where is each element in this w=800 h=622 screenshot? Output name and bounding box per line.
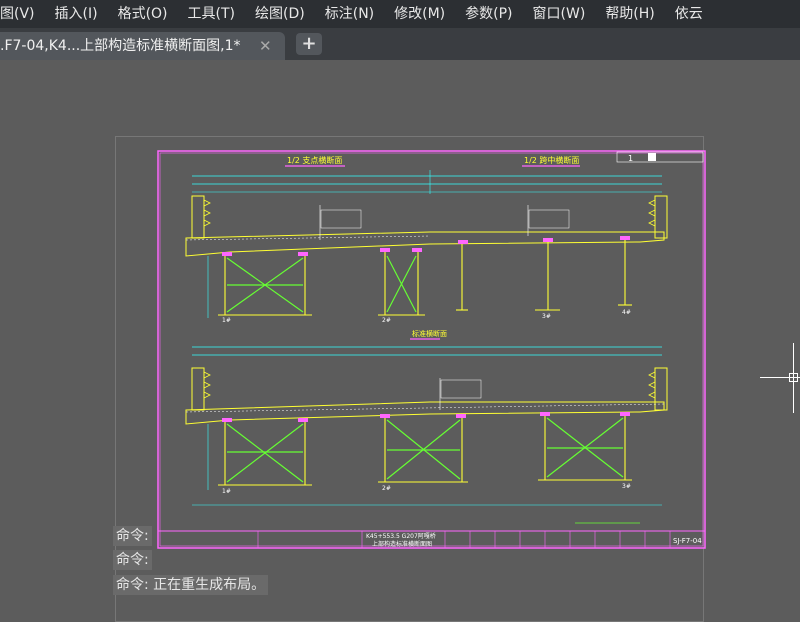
crosshair-pickbox-icon — [789, 373, 798, 382]
drawing-number: SJ-F7-04 — [673, 537, 702, 545]
top-right-title: 1/2 跨中横断面 — [524, 155, 579, 165]
title-block-main: K45+553.5 G207阿嘎桥 — [366, 532, 436, 540]
pier-label-top-1: 1# — [222, 317, 231, 324]
pier-label-bottom-2: 2# — [382, 485, 391, 492]
pier-label-bottom-3: 3# — [622, 483, 631, 490]
cad-drawing: 1 1/2 支点横断面 1/2 跨中横断面 1# 2# 3# 4# 标准横断面 … — [157, 150, 706, 549]
top-left-title: 1/2 支点横断面 — [287, 155, 342, 165]
command-history-line-1: 命令: — [113, 526, 152, 546]
pier-label-top-2: 2# — [382, 317, 391, 324]
command-line-current[interactable]: 命令: 正在重生成布局。 — [113, 575, 269, 595]
pier-label-top-4: 4# — [622, 309, 631, 316]
bottom-title: 标准横断面 — [412, 329, 447, 338]
command-history-line-2: 命令: — [113, 550, 152, 570]
pier-label-top-3: 3# — [542, 313, 551, 320]
pier-label-bottom-1: 1# — [222, 488, 231, 495]
page-indicator: 1 — [628, 154, 633, 163]
title-block-sub: 上部构造标准横断面图 — [372, 540, 432, 548]
